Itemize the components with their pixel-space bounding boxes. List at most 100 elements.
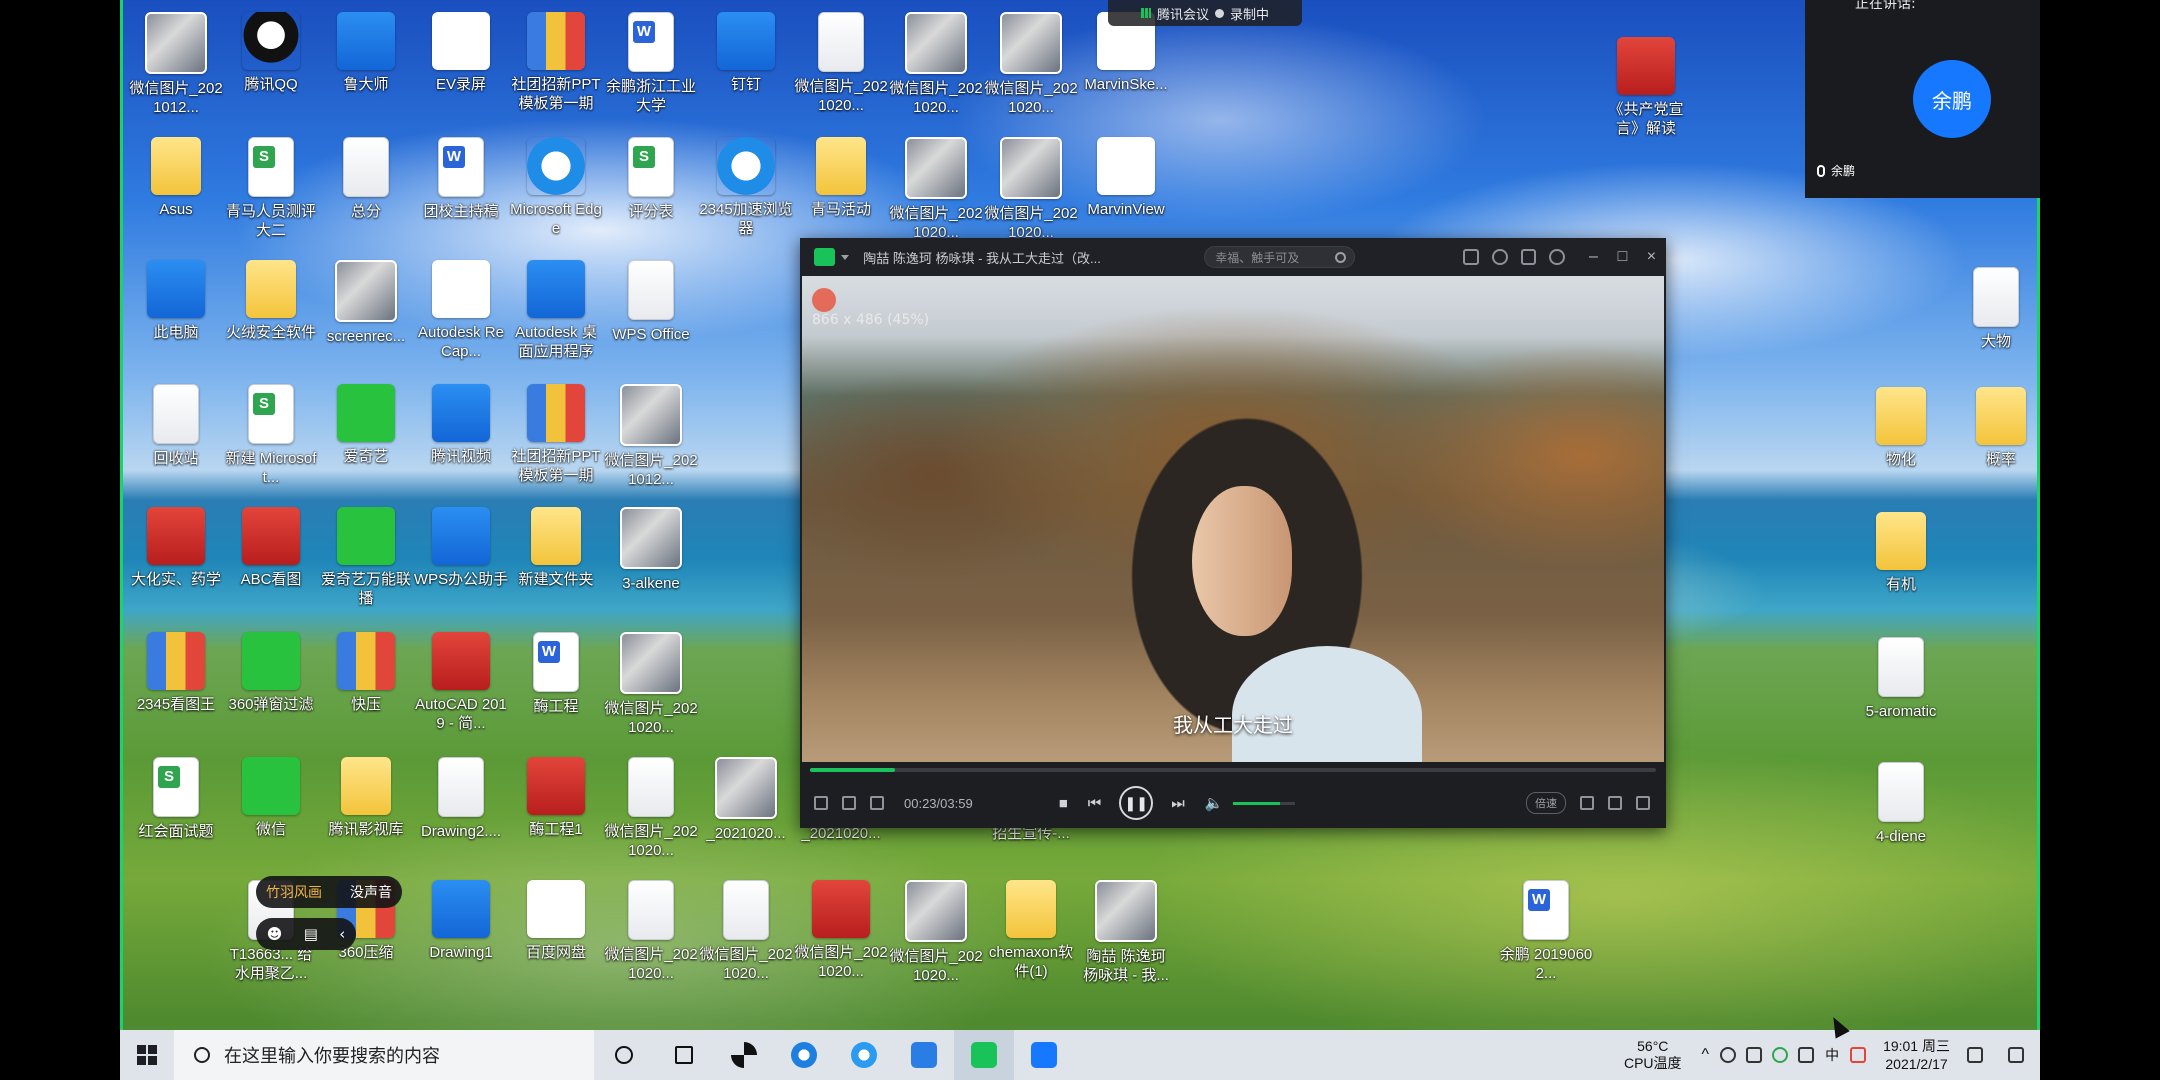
- desktop-icon[interactable]: 360弹窗过滤: [223, 632, 319, 714]
- desktop-icon[interactable]: 团校主持稿: [413, 137, 509, 221]
- desktop-icon[interactable]: 微信图片_2021020...: [888, 137, 984, 242]
- stop-button[interactable]: ■: [1059, 795, 1068, 812]
- meeting-status-bar[interactable]: 腾讯会议 录制中: [1108, 0, 1302, 26]
- notes-icon[interactable]: [1967, 1047, 1983, 1063]
- desktop-icon[interactable]: Drawing1: [413, 880, 509, 962]
- desktop-icon[interactable]: 社团招新PPT模板第一期: [508, 384, 604, 485]
- desktop-icon[interactable]: 物化: [1853, 387, 1949, 469]
- desktop-icon[interactable]: 大物: [1948, 267, 2040, 351]
- desktop-icon[interactable]: 微信图片_2021020...: [793, 880, 889, 981]
- desktop-icon[interactable]: 微信图片_2021020...: [888, 880, 984, 985]
- ime-indicator[interactable]: 中: [1825, 1045, 1839, 1065]
- desktop-icon[interactable]: 百度网盘: [508, 880, 604, 962]
- chevron-up-icon[interactable]: ^: [1702, 1046, 1710, 1064]
- desktop-icon[interactable]: 3-alkene: [603, 507, 699, 593]
- desktop-icon[interactable]: 大化实、药学: [128, 507, 224, 589]
- desktop-icon[interactable]: 微信图片_2021020...: [983, 137, 1079, 242]
- desktop-icon[interactable]: Autodesk 桌面应用程序: [508, 260, 604, 361]
- clock[interactable]: 19:01 周三 2021/2/17: [1883, 1037, 1950, 1073]
- chevron-left-icon[interactable]: ‹: [339, 925, 345, 943]
- task-view-button[interactable]: [654, 1030, 714, 1080]
- desktop-icon[interactable]: 爱奇艺万能联播: [318, 507, 414, 608]
- fullscreen-icon[interactable]: [1636, 796, 1650, 810]
- desktop-icon[interactable]: 微信图片_2021020...: [888, 12, 984, 117]
- player-titlebar[interactable]: 陶喆 陈逸珂 杨咏琪 - 我从工大走过（改... 幸福、触手可及 – □ ×: [800, 238, 1666, 276]
- close-button[interactable]: ×: [1637, 248, 1666, 266]
- taskbar-search-input[interactable]: 在这里输入你要搜索的内容: [174, 1030, 594, 1080]
- progress-bar[interactable]: [810, 768, 1656, 772]
- desktop-icon[interactable]: 回收站: [128, 384, 224, 468]
- search-icon[interactable]: [1335, 251, 1347, 263]
- desktop-icon[interactable]: 微信: [223, 757, 319, 839]
- desktop-icon[interactable]: 4-diene: [1853, 762, 1949, 846]
- desktop-icon[interactable]: 余鹏浙江工业大学: [603, 12, 699, 115]
- maximize-button[interactable]: □: [1608, 248, 1637, 266]
- volume-icon[interactable]: 🔈: [1205, 794, 1224, 812]
- shirt-icon[interactable]: [1520, 249, 1537, 265]
- desktop-icon[interactable]: 微信图片_2021012...: [128, 12, 224, 117]
- cortana-button[interactable]: [594, 1030, 654, 1080]
- taskbar-app-edge[interactable]: [834, 1030, 894, 1080]
- desktop-icon[interactable]: 微信图片_2021020...: [603, 880, 699, 983]
- phone-icon[interactable]: [1580, 796, 1594, 810]
- desktop-icon[interactable]: 红会面试题: [128, 757, 224, 841]
- desktop-icon[interactable]: 陶喆 陈逸珂 杨咏琪 - 我...: [1078, 880, 1174, 985]
- desktop-icon[interactable]: Drawing2....: [413, 757, 509, 841]
- history-icon[interactable]: [1549, 249, 1565, 265]
- start-button[interactable]: [120, 1030, 174, 1080]
- desktop-icon[interactable]: AutoCAD 2019 - 简...: [413, 632, 509, 733]
- desktop-icon[interactable]: MarvinView: [1078, 137, 1174, 219]
- desktop-icon[interactable]: 腾讯影视库: [318, 757, 414, 839]
- desktop-icon[interactable]: 爱奇艺: [318, 384, 414, 466]
- desktop-icon[interactable]: chemaxon软件(1): [983, 880, 1079, 981]
- desktop-icon[interactable]: 此电脑: [128, 260, 224, 342]
- desktop-icon[interactable]: EV录屏: [413, 12, 509, 94]
- desktop-icon[interactable]: 腾讯QQ: [223, 12, 319, 94]
- taskbar-app-player[interactable]: [954, 1030, 1014, 1080]
- desktop-icon[interactable]: 腾讯视频: [413, 384, 509, 466]
- cpu-temperature[interactable]: 56°C CPU温度: [1624, 1038, 1682, 1072]
- desktop-icon[interactable]: 酶工程1: [508, 757, 604, 839]
- taskbar-app-browser[interactable]: [774, 1030, 834, 1080]
- taskbar-app-wps[interactable]: [894, 1030, 954, 1080]
- wifi-icon[interactable]: [1720, 1047, 1737, 1063]
- skin-icon[interactable]: [1492, 249, 1508, 265]
- desktop-icon[interactable]: 概率: [1953, 387, 2040, 469]
- chat-icon[interactable]: ▤: [304, 925, 318, 943]
- desktop-icon[interactable]: 微信图片_2021012...: [603, 384, 699, 489]
- desktop-icon[interactable]: _2021020...: [698, 757, 794, 843]
- desktop-icon[interactable]: 鲁大师: [318, 12, 414, 94]
- desktop-icon[interactable]: Autodesk ReCap...: [413, 260, 509, 361]
- notification-center-icon[interactable]: [2008, 1047, 2024, 1063]
- desktop-icon[interactable]: 钉钉: [698, 12, 794, 94]
- open-file-icon[interactable]: [842, 796, 856, 810]
- minimize-button[interactable]: –: [1579, 248, 1608, 266]
- desktop-icon[interactable]: Microsoft Edge: [508, 137, 604, 238]
- desktop-icon[interactable]: 新建 Microsoft...: [223, 384, 319, 487]
- speed-button[interactable]: 倍速: [1526, 792, 1566, 814]
- meeting-speaker-panel[interactable]: 正在讲话: 余鹏 余鹏: [1805, 0, 2040, 198]
- taskbar-app-meeting[interactable]: [1014, 1030, 1074, 1080]
- tv-icon[interactable]: [1608, 796, 1622, 810]
- desktop-icon[interactable]: 微信图片_2021020...: [603, 757, 699, 860]
- video-player-window[interactable]: 陶喆 陈逸珂 杨咏琪 - 我从工大走过（改... 幸福、触手可及 – □ × 8…: [800, 238, 1666, 828]
- desktop-icon[interactable]: 评分表: [603, 137, 699, 221]
- desktop-icon[interactable]: 社团招新PPT模板第一期: [508, 12, 604, 113]
- player-logo-icon[interactable]: [814, 248, 836, 266]
- desktop-icon[interactable]: 微信图片_2021020...: [983, 12, 1079, 117]
- emoji-icon[interactable]: ☻: [267, 925, 283, 943]
- chevron-down-icon[interactable]: [841, 254, 850, 260]
- danmaku-tab-other[interactable]: 没声音: [350, 882, 392, 902]
- player-search-input[interactable]: 幸福、触手可及: [1204, 246, 1356, 268]
- eject-icon[interactable]: [814, 796, 828, 810]
- desktop-icon[interactable]: 《共产党宣言》解读: [1598, 37, 1694, 138]
- desktop-icon[interactable]: 酶工程: [508, 632, 604, 716]
- next-button[interactable]: ⏭: [1171, 795, 1185, 812]
- screenshot-icon[interactable]: [870, 796, 884, 810]
- pause-button[interactable]: ❚❚: [1119, 786, 1154, 820]
- danmaku-tab-active[interactable]: 竹羽风画: [266, 882, 322, 902]
- desktop-icon[interactable]: screenrec...: [318, 260, 414, 346]
- desktop-icon[interactable]: WPS Office: [603, 260, 699, 344]
- desktop-icon[interactable]: 余鹏 20190602...: [1498, 880, 1594, 983]
- desktop-icon[interactable]: 青马活动: [793, 137, 889, 219]
